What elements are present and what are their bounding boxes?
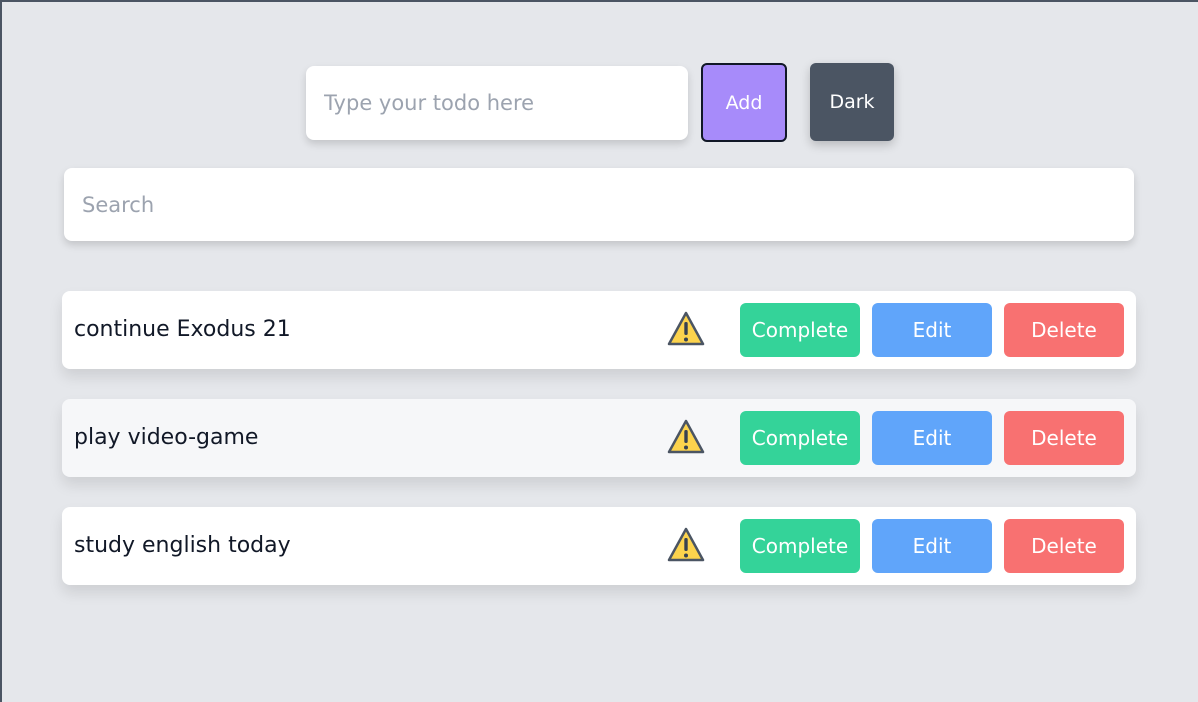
todo-text: continue Exodus 21	[74, 317, 291, 342]
todo-item: continue Exodus 21 Complete Edit Delete	[62, 291, 1136, 369]
warning-icon	[667, 419, 705, 455]
todo-input[interactable]	[306, 66, 688, 140]
todo-item: play video-game Complete Edit Delete	[62, 399, 1136, 477]
edit-button[interactable]: Edit	[872, 411, 992, 465]
todo-text: play video-game	[74, 425, 259, 450]
delete-button[interactable]: Delete	[1004, 519, 1124, 573]
complete-button[interactable]: Complete	[740, 411, 860, 465]
complete-button[interactable]: Complete	[740, 303, 860, 357]
edit-button[interactable]: Edit	[872, 519, 992, 573]
todo-item: study english today Complete Edit Delete	[62, 507, 1136, 585]
complete-button[interactable]: Complete	[740, 519, 860, 573]
search-input[interactable]	[64, 168, 1134, 241]
warning-icon	[667, 527, 705, 563]
dark-mode-button[interactable]: Dark	[810, 63, 894, 141]
add-button[interactable]: Add	[701, 63, 787, 142]
delete-button[interactable]: Delete	[1004, 303, 1124, 357]
todo-text: study english today	[74, 533, 291, 558]
warning-icon	[667, 311, 705, 347]
delete-button[interactable]: Delete	[1004, 411, 1124, 465]
edit-button[interactable]: Edit	[872, 303, 992, 357]
todo-list: continue Exodus 21 Complete Edit Delete …	[62, 291, 1136, 615]
